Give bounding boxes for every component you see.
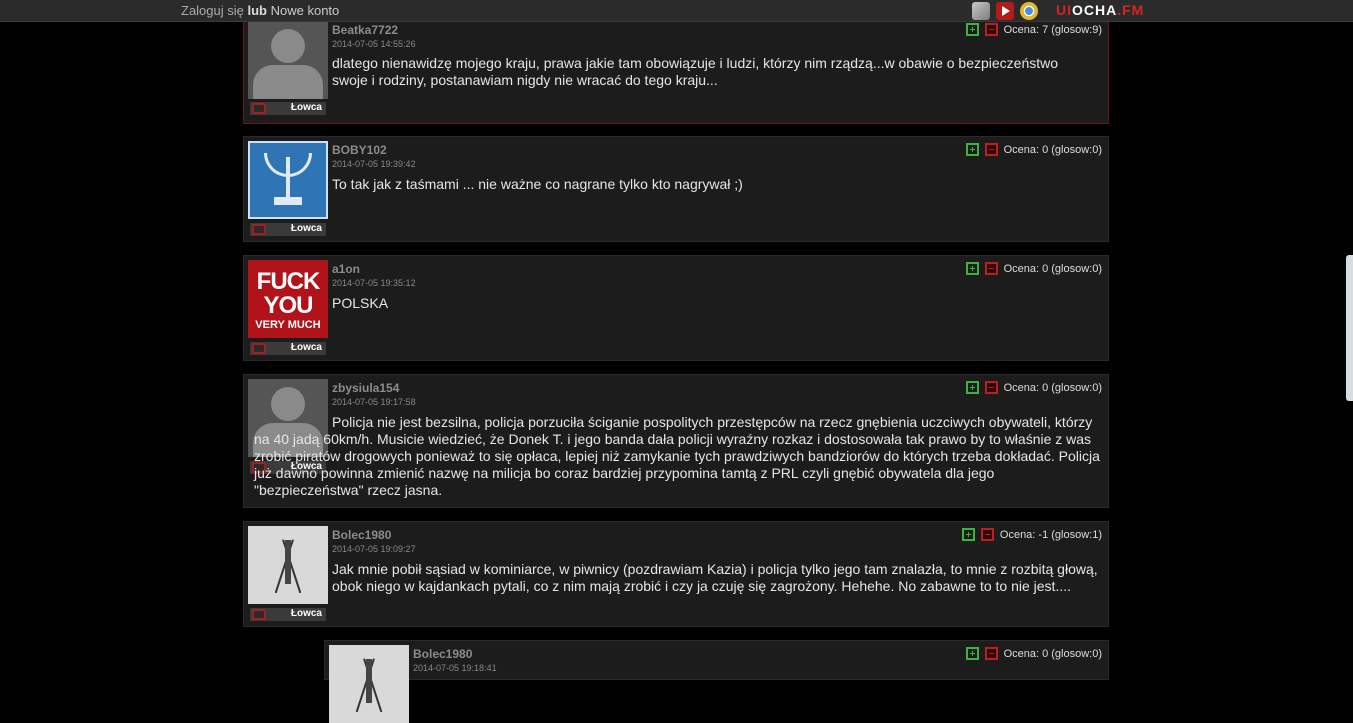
upvote-button[interactable] bbox=[965, 143, 979, 156]
or-text: lub bbox=[247, 3, 268, 18]
comment-date: 2014-07-05 19:35:12 bbox=[332, 278, 416, 288]
comment-username[interactable]: zbysiula154 bbox=[332, 381, 399, 395]
comment-card: Łowca BOBY102 2014-07-05 19:39:42 To tak… bbox=[243, 136, 1109, 242]
play-icon[interactable] bbox=[996, 2, 1014, 20]
rank-icon bbox=[252, 609, 266, 620]
downvote-button[interactable] bbox=[984, 381, 998, 394]
angel-avatar[interactable] bbox=[248, 526, 328, 604]
comment-card: FUCK YOU VERY MUCH Łowca a1on 2014-07-05… bbox=[243, 255, 1109, 361]
comment-date: 2014-07-05 19:18:41 bbox=[413, 663, 497, 673]
top-icons bbox=[972, 2, 1038, 20]
menorah-avatar[interactable] bbox=[248, 141, 328, 219]
logo-tld: .FM bbox=[1117, 2, 1145, 18]
rank-label: Łowca bbox=[290, 223, 322, 234]
rank-icon bbox=[252, 343, 266, 354]
site-logo[interactable]: UIOCHA.FM bbox=[1056, 2, 1144, 18]
vote-area: Ocena: 0 (glosow:0) bbox=[965, 143, 1102, 156]
logo-mid: O bbox=[1072, 2, 1084, 18]
rank-badge: Łowca bbox=[250, 342, 326, 355]
angel-avatar[interactable] bbox=[329, 645, 409, 723]
comment-card: Łowca Bolec1980 2014-07-05 19:09:27 Jak … bbox=[243, 521, 1109, 627]
rank-label: Łowca bbox=[290, 608, 322, 619]
downvote-button[interactable] bbox=[984, 262, 998, 275]
rank-icon bbox=[252, 224, 266, 235]
comment-card: Łowca Beatka7722 2014-07-05 14:55:26 dla… bbox=[243, 16, 1109, 124]
upvote-button[interactable] bbox=[961, 528, 975, 541]
score-text: Ocena: 0 (glosow:0) bbox=[1003, 381, 1102, 394]
downvote-button[interactable] bbox=[984, 143, 998, 156]
comment-username[interactable]: Bolec1980 bbox=[332, 528, 391, 542]
comment-text: POLSKA bbox=[332, 295, 389, 311]
logo-right: CHA bbox=[1083, 2, 1118, 18]
comment-username[interactable]: Bolec1980 bbox=[413, 647, 472, 661]
rank-label: Łowca bbox=[290, 102, 322, 113]
score-text: Ocena: 0 (glosow:0) bbox=[1003, 647, 1102, 660]
upvote-button[interactable] bbox=[965, 381, 979, 394]
avatar-line-2: YOU bbox=[263, 292, 313, 319]
comment-username[interactable]: BOBY102 bbox=[332, 143, 387, 157]
login-area: Zaloguj się lub Nowe konto bbox=[181, 3, 339, 18]
vote-area: Ocena: 0 (glosow:0) bbox=[965, 381, 1102, 394]
vote-area: Ocena: 7 (glosow:9) bbox=[965, 23, 1102, 36]
vote-area: Ocena: 0 (glosow:0) bbox=[965, 262, 1102, 275]
comment-date: 2014-07-05 19:39:42 bbox=[332, 159, 416, 169]
downvote-button[interactable] bbox=[980, 528, 994, 541]
top-bar: Zaloguj się lub Nowe konto UIOCHA.FM bbox=[0, 0, 1353, 22]
score-text: Ocena: 0 (glosow:0) bbox=[1003, 143, 1102, 156]
upvote-button[interactable] bbox=[965, 23, 979, 36]
default-avatar[interactable] bbox=[248, 21, 328, 99]
downvote-button[interactable] bbox=[984, 23, 998, 36]
upvote-button[interactable] bbox=[965, 647, 979, 660]
comment-username[interactable]: a1on bbox=[332, 262, 360, 276]
rank-badge: Łowca bbox=[250, 102, 326, 115]
vote-area: Ocena: -1 (glosow:1) bbox=[961, 528, 1102, 541]
comment-date: 2014-07-05 19:17:58 bbox=[332, 397, 416, 407]
downvote-button[interactable] bbox=[984, 647, 998, 660]
score-text: Ocena: -1 (glosow:1) bbox=[999, 528, 1102, 541]
logo-left: UI bbox=[1056, 2, 1072, 18]
tools-icon[interactable] bbox=[972, 2, 990, 20]
new-account-link[interactable]: Nowe konto bbox=[271, 3, 340, 18]
rank-icon bbox=[252, 103, 266, 114]
rank-badge: Łowca bbox=[250, 223, 326, 236]
score-text: Ocena: 7 (glosow:9) bbox=[1003, 23, 1102, 36]
comment-username[interactable]: Beatka7722 bbox=[332, 23, 398, 37]
score-text: Ocena: 0 (glosow:0) bbox=[1003, 262, 1102, 275]
feedback-side-tab[interactable] bbox=[1346, 255, 1353, 401]
comment-card: Łowca zbysiula154 2014-07-05 19:17:58 Po… bbox=[243, 374, 1109, 508]
comment-date: 2014-07-05 14:55:26 bbox=[332, 39, 416, 49]
comment-text: Jak mnie pobił sąsiad w kominiarce, w pi… bbox=[332, 561, 1098, 594]
chrome-icon[interactable] bbox=[1020, 2, 1038, 20]
comment-text: dlatego nienawidzę mojego kraju, prawa j… bbox=[332, 55, 1059, 88]
reply-comment-card: Bolec1980 2014-07-05 19:18:41 Ocena: 0 (… bbox=[324, 640, 1109, 723]
avatar-line-3: VERY MUCH bbox=[255, 319, 321, 331]
rank-label: Łowca bbox=[290, 342, 322, 353]
comment-text: Policja nie jest bezsilna, policja porzu… bbox=[254, 414, 1100, 498]
red-text-avatar[interactable]: FUCK YOU VERY MUCH bbox=[248, 260, 328, 338]
comment-date: 2014-07-05 19:09:27 bbox=[332, 544, 416, 554]
rank-badge: Łowca bbox=[250, 608, 326, 621]
login-link[interactable]: Zaloguj się bbox=[181, 3, 244, 18]
comment-text: To tak jak z taśmami ... nie ważne co na… bbox=[332, 176, 743, 192]
vote-area: Ocena: 0 (glosow:0) bbox=[965, 647, 1102, 660]
upvote-button[interactable] bbox=[965, 262, 979, 275]
avatar-line-1: FUCK bbox=[256, 268, 321, 295]
